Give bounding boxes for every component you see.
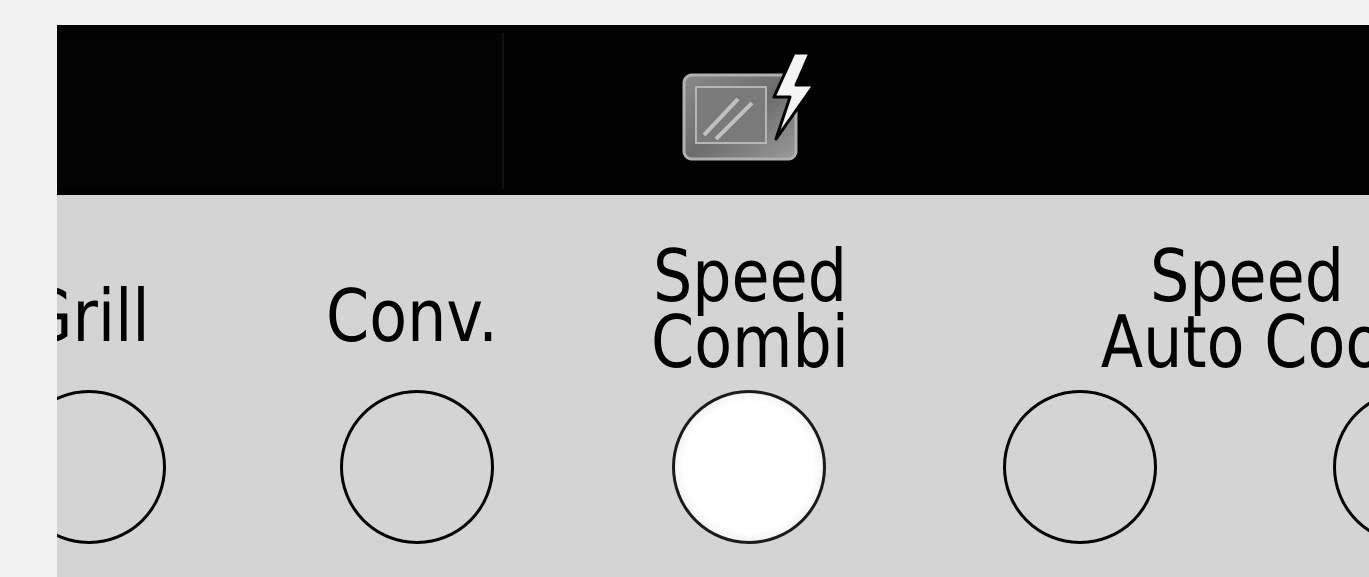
- conv-label-text: Conv.: [326, 274, 498, 358]
- grill-button[interactable]: [57, 390, 166, 544]
- speed-combi-label-line2: Combi: [651, 300, 849, 384]
- speed-combi-button[interactable]: [672, 390, 826, 544]
- speed-auto-cook-button[interactable]: [1003, 390, 1157, 544]
- display-screen: [57, 33, 504, 189]
- conv-button[interactable]: [340, 390, 494, 544]
- next-mode-button[interactable]: [1333, 390, 1369, 544]
- grill-label: Grill: [57, 274, 156, 358]
- display-bar: [57, 25, 1369, 195]
- grill-label-text: Grill: [57, 274, 150, 358]
- speed-auto-cook-label: Speed Auto Cook: [1100, 240, 1369, 384]
- speed-auto-cook-label-line2: Auto Cook: [1100, 300, 1369, 384]
- speed-combi-indicator-icon: [682, 53, 816, 161]
- conv-label: Conv.: [326, 274, 498, 358]
- control-panel: Grill Conv. Speed Combi Speed Auto Cook: [57, 25, 1369, 577]
- speed-combi-label: Speed Combi: [647, 240, 853, 384]
